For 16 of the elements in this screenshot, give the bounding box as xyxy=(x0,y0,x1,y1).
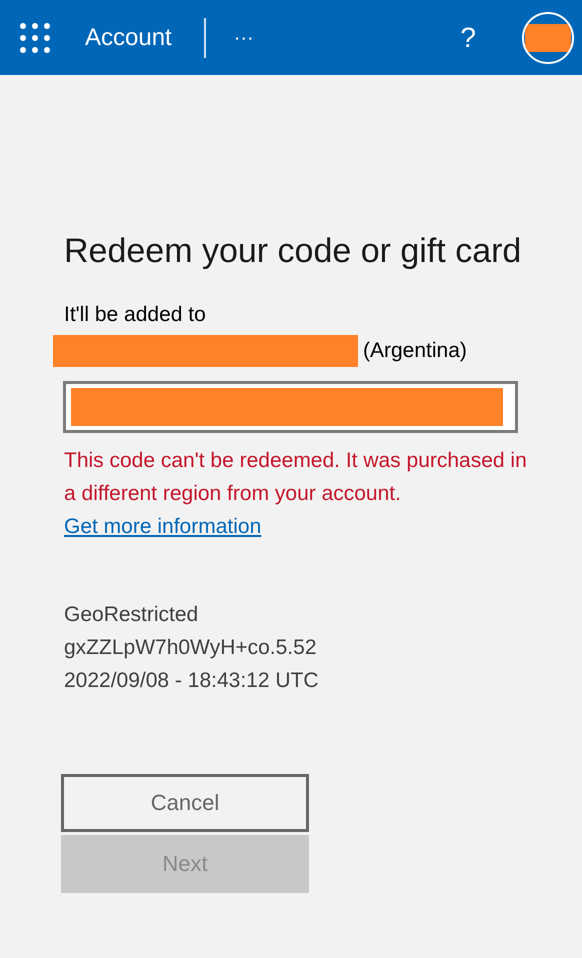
code-field[interactable] xyxy=(63,380,518,432)
added-to-label: It'll be added to xyxy=(64,302,207,328)
avatar[interactable] xyxy=(522,12,574,64)
region-label: (Argentina) xyxy=(363,338,467,364)
app-launcher-icon[interactable] xyxy=(20,22,50,52)
cancel-button[interactable]: Cancel xyxy=(61,774,309,832)
page-title: Redeem your code or gift card xyxy=(64,231,522,272)
more-button[interactable]: ··· xyxy=(234,22,254,52)
redaction-bar xyxy=(525,24,571,52)
error-detail-text: GeoRestricted xyxy=(64,602,200,628)
help-button[interactable]: ? xyxy=(460,16,476,58)
error-message: This code can't be redeemed. It was purchased in a different region from your account. Get more information xyxy=(64,448,528,540)
error-detail-text: 2022/09/08 - 18:43:12 UTC xyxy=(64,668,320,694)
more-info-link[interactable]: Get more information xyxy=(64,514,262,538)
error-detail-text: gxZZLpW7h0WyH+co.5.52 xyxy=(64,634,318,660)
app-title: Account xyxy=(85,22,172,52)
